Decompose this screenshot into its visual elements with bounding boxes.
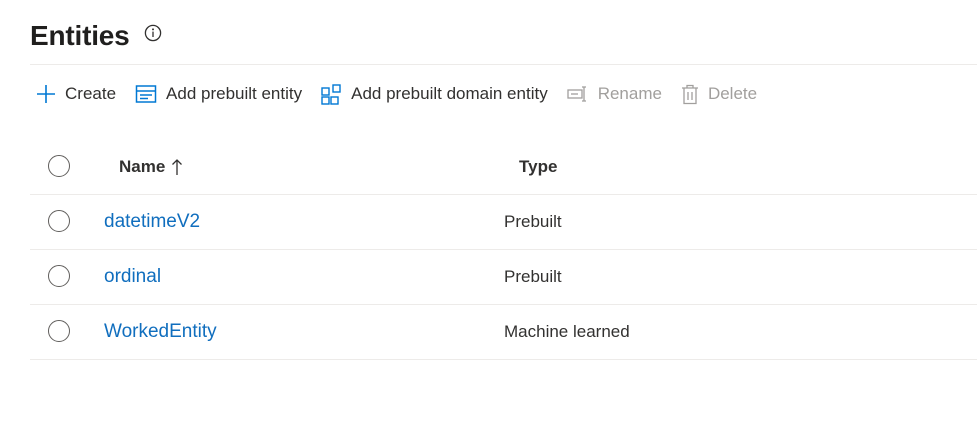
prebuilt-domain-icon xyxy=(321,83,342,105)
table-row[interactable]: WorkedEntity Machine learned xyxy=(30,305,977,360)
trash-icon xyxy=(681,84,699,105)
select-all-checkbox[interactable] xyxy=(48,155,70,177)
rename-label: Rename xyxy=(597,84,662,103)
row-checkbox[interactable] xyxy=(48,265,70,287)
add-prebuilt-domain-entity-label: Add prebuilt domain entity xyxy=(351,84,548,103)
prebuilt-entity-icon xyxy=(135,84,157,104)
delete-button[interactable]: Delete xyxy=(681,78,757,110)
column-header-name-label: Name xyxy=(119,157,166,176)
create-label: Create xyxy=(65,84,117,103)
add-prebuilt-entity-label: Add prebuilt entity xyxy=(166,84,303,103)
entities-page: Entities Create Add prebuilt entity Add … xyxy=(0,0,977,441)
entity-name-link[interactable]: WorkedEntity xyxy=(104,321,217,343)
entity-name-link[interactable]: datetimeV2 xyxy=(104,211,200,233)
table-row[interactable]: ordinal Prebuilt xyxy=(30,250,977,305)
table-header: Name Type xyxy=(30,140,977,195)
add-prebuilt-entity-button[interactable]: Add prebuilt entity xyxy=(135,78,302,110)
entity-type: Prebuilt xyxy=(504,267,562,286)
page-title: Entities xyxy=(30,20,130,51)
add-prebuilt-domain-entity-button[interactable]: Add prebuilt domain entity xyxy=(321,78,548,110)
rename-button[interactable]: Rename xyxy=(567,78,662,110)
title-row: Entities xyxy=(30,16,162,56)
row-checkbox[interactable] xyxy=(48,210,70,232)
entities-table: Name Type datetimeV2 Prebuilt ordinal Pr… xyxy=(30,140,977,360)
plus-icon xyxy=(36,84,56,104)
sort-ascending-icon xyxy=(171,158,183,176)
command-bar: Create Add prebuilt entity Add prebuilt … xyxy=(36,78,776,110)
rename-icon xyxy=(567,85,589,103)
delete-label: Delete xyxy=(707,84,758,103)
entity-type: Prebuilt xyxy=(504,212,562,231)
title-divider xyxy=(30,64,977,65)
column-header-type[interactable]: Type xyxy=(519,157,557,177)
entity-type: Machine learned xyxy=(504,322,630,341)
info-icon[interactable] xyxy=(144,24,162,42)
column-header-name[interactable]: Name xyxy=(119,157,183,177)
create-button[interactable]: Create xyxy=(36,78,116,110)
row-checkbox[interactable] xyxy=(48,320,70,342)
entity-name-link[interactable]: ordinal xyxy=(104,266,161,288)
table-row[interactable]: datetimeV2 Prebuilt xyxy=(30,195,977,250)
